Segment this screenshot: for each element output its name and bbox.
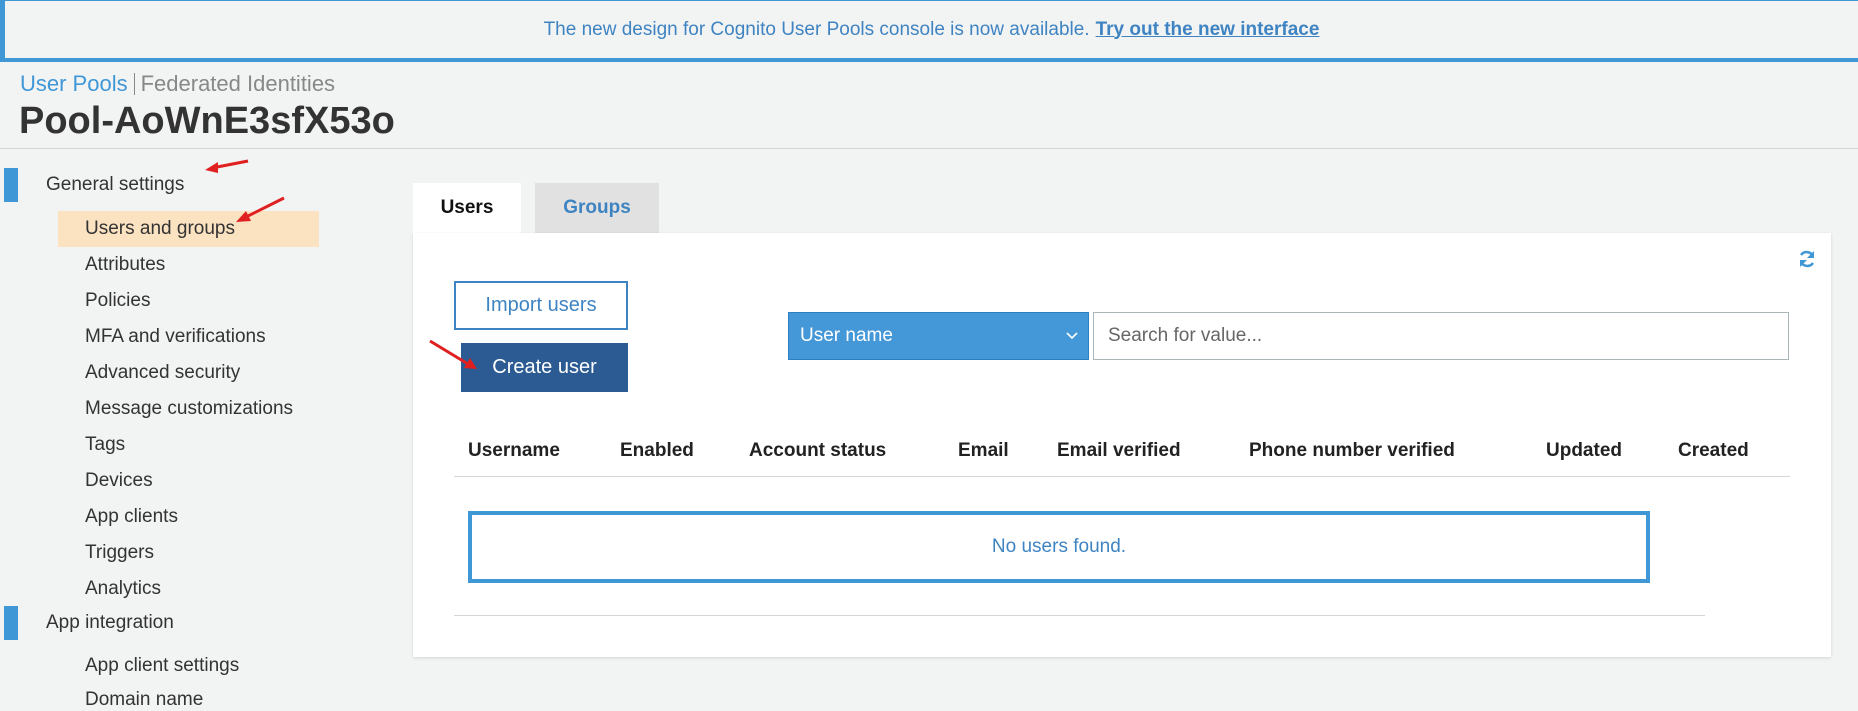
column-header-updated[interactable]: Updated [1546,440,1622,462]
import-users-button[interactable]: Import users [454,281,628,330]
chevron-down-icon [1066,332,1078,340]
sidebar-item-mfa-and-verifications[interactable]: MFA and verifications [85,326,266,348]
section-marker [4,168,18,202]
try-new-interface-link[interactable]: Try out the new interface [1096,19,1320,41]
refresh-icon[interactable] [1797,249,1817,269]
breadcrumb: User Pools Federated Identities [20,71,335,97]
sidebar-section-app-integration[interactable]: App integration [0,606,174,640]
table-header-divider [454,476,1790,477]
header-divider [0,148,1858,149]
tab-users[interactable]: Users [413,183,521,233]
column-header-phone-number-verified[interactable]: Phone number verified [1249,440,1455,462]
create-user-button[interactable]: Create user [461,343,628,392]
column-header-email-verified[interactable]: Email verified [1057,440,1181,462]
search-input[interactable] [1093,312,1789,360]
sidebar-section-label: General settings [46,174,185,195]
user-pools-link[interactable]: User Pools [20,71,128,97]
column-header-created[interactable]: Created [1678,440,1749,462]
federated-identities-link[interactable]: Federated Identities [141,71,335,97]
arrow-icon [205,159,249,173]
sidebar-item-app-clients[interactable]: App clients [85,506,178,528]
sidebar-section-label: App integration [46,612,174,633]
sidebar-item-tags[interactable]: Tags [85,434,125,456]
sidebar-item-triggers[interactable]: Triggers [85,542,154,564]
sidebar-item-message-customizations[interactable]: Message customizations [85,398,293,420]
sidebar-item-users-and-groups[interactable]: Users and groups [58,211,319,247]
sidebar-item-policies[interactable]: Policies [85,290,150,312]
tab-groups[interactable]: Groups [535,183,659,233]
sidebar-item-domain-name[interactable]: Domain name [85,689,203,711]
column-header-username[interactable]: Username [468,440,560,462]
breadcrumb-divider [133,73,135,95]
sidebar-item-app-client-settings[interactable]: App client settings [85,655,239,677]
sidebar-item-advanced-security[interactable]: Advanced security [85,362,240,384]
column-header-email[interactable]: Email [958,440,1009,462]
sidebar-item-analytics[interactable]: Analytics [85,578,161,600]
column-header-enabled[interactable]: Enabled [620,440,694,462]
empty-state-text: No users found. [991,536,1127,557]
empty-state-message: No users found. [468,511,1650,583]
banner-text: The new design for Cognito User Pools co… [543,18,1090,40]
sidebar-section-general-settings[interactable]: General settings [0,168,184,202]
sidebar-item-attributes[interactable]: Attributes [85,254,165,276]
users-panel: Import users Create user User name Usern… [413,233,1831,657]
search-attribute-select[interactable]: User name [788,312,1089,360]
column-header-account-status[interactable]: Account status [749,440,886,462]
new-design-banner: The new design for Cognito User Pools co… [0,0,1858,62]
page-title: Pool-AoWnE3sfX53o [19,100,395,142]
select-value: User name [800,325,893,346]
section-marker [4,606,18,640]
table-bottom-divider [454,615,1705,616]
sidebar-item-devices[interactable]: Devices [85,470,153,492]
